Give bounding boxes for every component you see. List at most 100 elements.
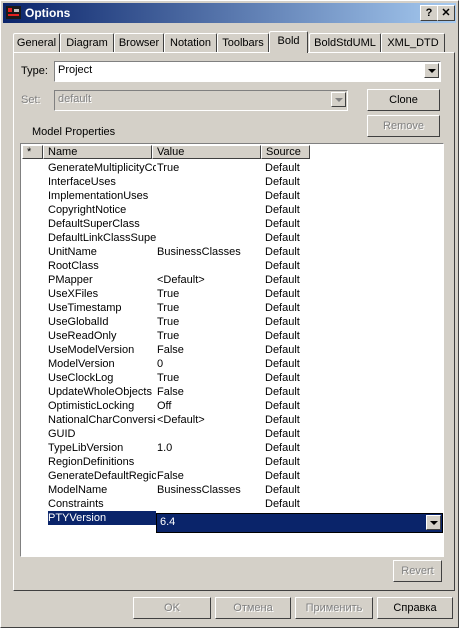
cell-value: True [157,316,180,328]
cell-source: Default [265,484,300,496]
cell-source: Default [265,344,300,356]
cell-name: DefaultSuperClass [48,218,140,230]
cell-name: GUID [48,428,76,440]
close-button[interactable]: ✕ [437,5,455,21]
table-row[interactable]: OptimisticLocking Off Default [22,399,312,413]
cell-name: NationalCharConversi [48,414,156,426]
cell-source: Default [265,442,300,454]
cell-name: UseModelVersion [48,344,135,356]
cell-name: CopyrightNotice [48,204,127,216]
column-header-name[interactable]: Name [43,145,152,159]
tab-xml-dtd[interactable]: XML_DTD [381,33,445,53]
chevron-down-icon [335,98,343,102]
table-row[interactable]: UseGlobalId True Default [22,315,312,329]
tab-general[interactable]: General [13,33,60,53]
cell-name: UseClockLog [48,372,114,384]
cell-source: Default [265,274,300,286]
type-combo[interactable]: Project [54,61,441,82]
value-editor-dropdown-button[interactable] [426,515,441,530]
cell-source: Default [265,316,300,328]
cell-source: Default [265,288,300,300]
chevron-down-icon [428,69,436,73]
cell-source: Default [265,176,300,188]
column-header-marker[interactable]: * [22,145,43,159]
cell-value: <Default> [157,414,205,426]
cell-value: False [157,386,184,398]
cell-name: InterfaceUses [48,176,116,188]
set-combo[interactable]: default [54,90,348,111]
tab-toolbars[interactable]: Toolbars [217,33,269,53]
tab-browser[interactable]: Browser [114,33,164,53]
table-row[interactable]: UseXFiles True Default [22,287,312,301]
remove-button[interactable]: Remove [367,115,440,137]
tab-diagram[interactable]: Diagram [60,33,114,53]
clone-button[interactable]: Clone [367,89,440,111]
table-row[interactable]: DefaultLinkClassSupe Default [22,231,312,245]
table-row[interactable]: RegionDefinitions Default [22,455,312,469]
cell-name: ModelName [48,484,108,496]
table-row[interactable]: NationalCharConversi <Default> Default [22,413,312,427]
table-row[interactable]: UseTimestamp True Default [22,301,312,315]
cell-source: Default [265,260,300,272]
table-row[interactable]: Constraints Default [22,497,312,511]
cell-value: 0 [157,358,164,370]
tab-boldstduml[interactable]: BoldStdUML [309,33,381,53]
cell-name: RegionDefinitions [48,456,135,468]
cell-name: UseTimestamp [48,302,122,314]
table-row[interactable]: ModelName BusinessClasses Default [22,483,312,497]
column-header-source[interactable]: Source [261,145,310,159]
title-bar[interactable]: Options ? ✕ [3,3,456,23]
table-row[interactable]: TypeLibVersion 1.0 Default [22,441,312,455]
chevron-down-icon [430,521,438,525]
value-editor-combo[interactable]: 6.4 [156,513,443,533]
help-button[interactable]: ? [420,5,438,21]
table-row[interactable]: UseModelVersion False Default [22,343,312,357]
cell-name: UnitName [48,246,97,258]
table-row[interactable]: GUID Default [22,427,312,441]
help-footer-button[interactable]: Справка [377,597,453,619]
model-properties-heading: Model Properties [32,126,116,138]
cell-name: PMapper [48,274,93,286]
value-editor-text: 6.4 [160,516,176,528]
table-row[interactable]: UseClockLog True Default [22,371,312,385]
table-row[interactable]: DefaultSuperClass Default [22,217,312,231]
cell-value: BusinessClasses [157,484,241,496]
cell-source: Default [265,302,300,314]
tab-bold[interactable]: Bold [269,31,308,53]
cell-value: Off [157,400,172,412]
cell-source: Default [265,232,300,244]
table-row[interactable]: UpdateWholeObjects False Default [22,385,312,399]
cell-value: True [157,330,180,342]
revert-button[interactable]: Revert [393,560,442,582]
column-header-value[interactable]: Value [152,145,261,159]
cell-source: Default [265,330,300,342]
type-dropdown-button[interactable] [424,63,439,78]
model-properties-grid[interactable]: * Name Value Source GenerateMultiplicity… [20,143,444,557]
cell-name: Constraints [48,498,104,510]
table-row[interactable]: ImplementationUses Default [22,189,312,203]
table-row[interactable]: GenerateDefaultRegic False Default [22,469,312,483]
set-label: Set: [21,94,41,106]
table-row[interactable]: UseReadOnly True Default [22,329,312,343]
set-value: default [58,93,92,105]
cancel-button[interactable]: Отмена [215,597,291,619]
table-row[interactable]: InterfaceUses Default [22,175,312,189]
apply-button[interactable]: Применить [295,597,373,619]
set-dropdown-button[interactable] [331,92,346,107]
table-row[interactable]: CopyrightNotice Default [22,203,312,217]
table-row[interactable]: PMapper <Default> Default [22,273,312,287]
cell-value: BusinessClasses [157,246,241,258]
table-row[interactable]: UnitName BusinessClasses Default [22,245,312,259]
table-row[interactable]: RootClass Default [22,259,312,273]
window-title: Options [25,6,71,20]
cell-source: Default [265,162,300,174]
cell-value: False [157,470,184,482]
cell-source: Default [265,204,300,216]
cell-name: RootClass [48,260,99,272]
tab-notation[interactable]: Notation [164,33,217,53]
ok-button[interactable]: OK [133,597,211,619]
cell-source: Default [265,386,300,398]
cell-value: True [157,288,180,300]
table-row[interactable]: GenerateMultiplicityCo True Default [22,161,312,175]
table-row[interactable]: ModelVersion 0 Default [22,357,312,371]
